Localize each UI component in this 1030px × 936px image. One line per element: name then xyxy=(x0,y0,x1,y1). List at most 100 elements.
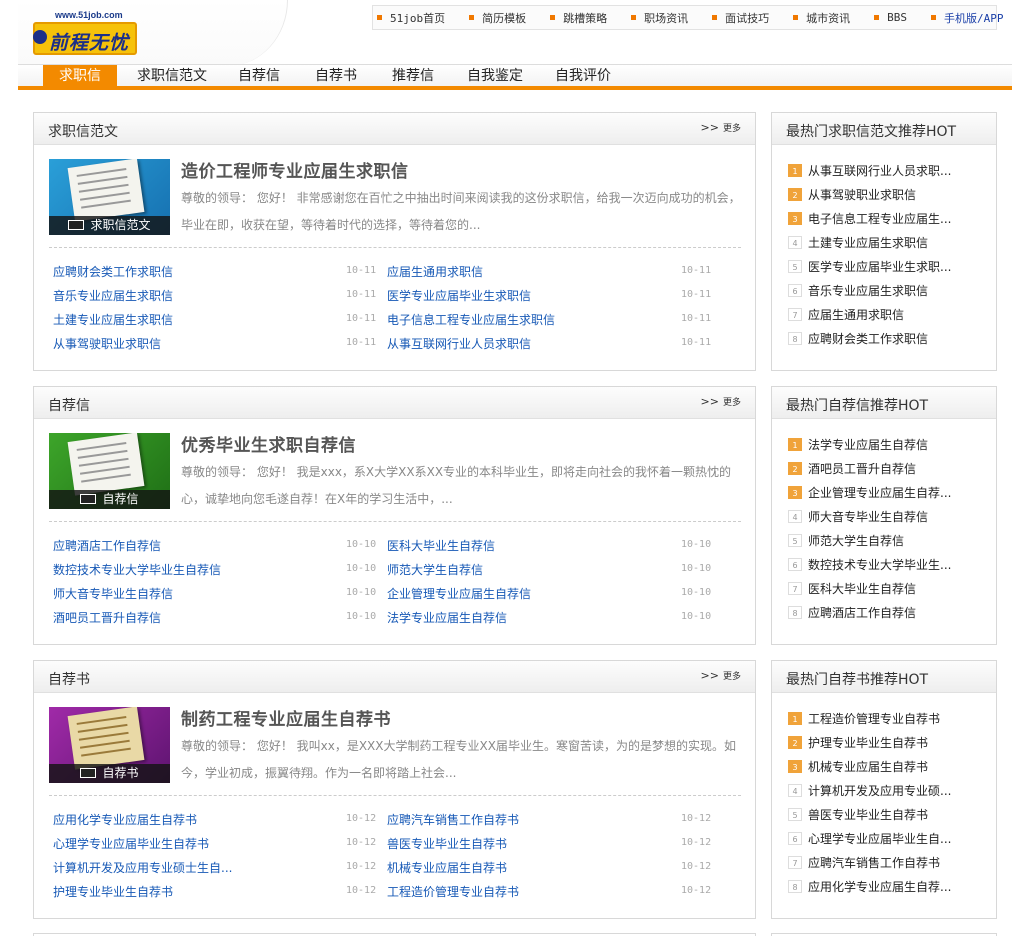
ranking-item[interactable]: 8 应聘财会类工作求职信 xyxy=(788,329,928,347)
article-link[interactable]: 法学专业应届生自荐信 xyxy=(387,609,507,626)
top-nav-item[interactable]: BBS xyxy=(874,11,907,24)
rank-badge: 8 xyxy=(788,331,802,345)
main-nav-tab[interactable]: 求职信 xyxy=(43,65,117,87)
article-date: 10-11 xyxy=(681,313,712,324)
ranking-item[interactable]: 2 护理专业毕业生自荐书 xyxy=(788,733,928,751)
ranking-item[interactable]: 7 应聘汽车销售工作自荐书 xyxy=(788,853,940,871)
sidebar-panel: 最热门自荐书推荐HOT 1 工程造价管理专业自荐书 2 护理专业毕业生自荐书 3 机械专业应… xyxy=(771,660,997,919)
article-link[interactable]: 心理学专业应届毕业生自荐书 xyxy=(53,835,209,852)
article-link[interactable]: 工程造价管理专业自荐书 xyxy=(387,883,519,900)
more-link[interactable]: >> 更多 xyxy=(701,669,741,682)
rank-badge: 1 xyxy=(788,711,802,725)
main-nav-tab[interactable]: 推荐信 xyxy=(377,65,449,87)
ranking-item-label: 法学专业应届生自荐信 xyxy=(808,437,929,452)
top-nav-item[interactable]: 简历模板 xyxy=(469,10,526,26)
ranking-item[interactable]: 7 医科大毕业生自荐信 xyxy=(788,579,916,597)
article-link[interactable]: 企业管理专业应届生自荐信 xyxy=(387,585,531,602)
logo-mark-icon xyxy=(33,30,47,44)
rank-badge: 8 xyxy=(788,879,802,893)
main-nav-tab[interactable]: 自荐书 xyxy=(300,65,372,87)
top-nav-label: 面试技巧 xyxy=(725,11,770,25)
ranking-item[interactable]: 6 音乐专业应届生求职信 xyxy=(788,281,928,299)
article-link[interactable]: 师范大学生自荐信 xyxy=(387,561,483,578)
ranking-item[interactable]: 6 数控技术专业大学毕业生... xyxy=(788,555,951,573)
main-nav-tab[interactable]: 自荐信 xyxy=(223,65,295,87)
more-link[interactable]: >> 更多 xyxy=(701,121,741,134)
featured-title[interactable]: 造价工程师专业应届生求职信 xyxy=(181,157,409,182)
article-link[interactable]: 电子信息工程专业应届生求职信 xyxy=(387,311,555,328)
ranking-item[interactable]: 3 机械专业应届生自荐书 xyxy=(788,757,928,775)
ranking-item[interactable]: 4 师大音专毕业生自荐信 xyxy=(788,507,928,525)
ranking-item[interactable]: 1 从事互联网行业人员求职... xyxy=(788,161,951,179)
top-nav-item[interactable]: 跳槽策略 xyxy=(550,10,607,26)
thumbnail-caption: 求职信范文 xyxy=(49,216,170,235)
section-title: 自荐书 xyxy=(48,672,90,688)
article-link[interactable]: 计算机开发及应用专业硕士生自... xyxy=(53,859,232,876)
article-link[interactable]: 数控技术专业大学毕业生自荐信 xyxy=(53,561,221,578)
article-link[interactable]: 从事驾驶职业求职信 xyxy=(53,335,161,352)
rank-badge: 5 xyxy=(788,807,802,821)
top-nav-item[interactable]: 城市资讯 xyxy=(793,10,850,26)
ranking-item[interactable]: 6 心理学专业应届毕业生自... xyxy=(788,829,951,847)
article-link[interactable]: 从事互联网行业人员求职信 xyxy=(387,335,531,352)
ranking-item[interactable]: 3 企业管理专业应届生自荐... xyxy=(788,483,951,501)
ranking-item[interactable]: 5 师范大学生自荐信 xyxy=(788,531,904,549)
rank-badge: 4 xyxy=(788,783,802,797)
article-link[interactable]: 师大音专毕业生自荐信 xyxy=(53,585,173,602)
article-link[interactable]: 土建专业应届生求职信 xyxy=(53,311,173,328)
featured-title[interactable]: 制药工程专业应届生自荐书 xyxy=(181,705,391,730)
double-chevron-icon: >> xyxy=(700,395,719,408)
ranking-item[interactable]: 4 计算机开发及应用专业硕... xyxy=(788,781,951,799)
rank-badge: 3 xyxy=(788,485,802,499)
rank-badge: 6 xyxy=(788,831,802,845)
featured-thumbnail[interactable]: 自荐信 xyxy=(49,433,170,509)
article-link[interactable]: 应聘财会类工作求职信 xyxy=(53,263,173,280)
featured-thumbnail[interactable]: 自荐书 xyxy=(49,707,170,783)
ranking-item[interactable]: 2 从事驾驶职业求职信 xyxy=(788,185,916,203)
article-link[interactable]: 音乐专业应届生求职信 xyxy=(53,287,173,304)
article-link[interactable]: 应聘汽车销售工作自荐书 xyxy=(387,811,519,828)
featured-title[interactable]: 优秀毕业生求职自荐信 xyxy=(181,431,356,456)
article-date: 10-11 xyxy=(346,337,377,348)
ranking-item[interactable]: 7 应届生通用求职信 xyxy=(788,305,904,323)
article-link[interactable]: 护理专业毕业生自荐书 xyxy=(53,883,173,900)
section-panel: 自荐书 >> 更多 自荐书 制药工程专业应届生自荐书 尊敬的领导： 您好！ 我叫xx，是X… xyxy=(33,660,756,919)
ranking-item[interactable]: 8 应聘酒店工作自荐信 xyxy=(788,603,916,621)
article-link[interactable]: 医学专业应届毕业生求职信 xyxy=(387,287,531,304)
article-link[interactable]: 应聘酒店工作自荐信 xyxy=(53,537,161,554)
rank-badge: 2 xyxy=(788,461,802,475)
article-link[interactable]: 机械专业应届生自荐书 xyxy=(387,859,507,876)
ranking-item[interactable]: 4 土建专业应届生求职信 xyxy=(788,233,928,251)
article-date: 10-10 xyxy=(346,587,377,598)
ranking-item[interactable]: 1 法学专业应届生自荐信 xyxy=(788,435,928,453)
article-link[interactable]: 兽医专业毕业生自荐书 xyxy=(387,835,507,852)
ranking-item[interactable]: 3 电子信息工程专业应届生... xyxy=(788,209,951,227)
ranking-item[interactable]: 8 应用化学专业应届生自荐... xyxy=(788,877,951,895)
article-date: 10-12 xyxy=(681,837,712,848)
ranking-item[interactable]: 1 工程造价管理专业自荐书 xyxy=(788,709,940,727)
top-nav-item[interactable]: 51job首页 xyxy=(377,10,445,26)
logo-url: www.51job.com xyxy=(55,10,123,20)
featured-thumbnail[interactable]: 求职信范文 xyxy=(49,159,170,235)
ranking-item[interactable]: 5 兽医专业毕业生自荐书 xyxy=(788,805,928,823)
top-nav-item[interactable]: 手机版/APP xyxy=(931,10,1004,26)
ranking-item-label: 电子信息工程专业应届生... xyxy=(808,211,952,226)
sidebar-panel: 最热门自荐信推荐HOT 1 法学专业应届生自荐信 2 酒吧员工晋升自荐信 3 企业管理专业应… xyxy=(771,386,997,645)
article-link[interactable]: 应届生通用求职信 xyxy=(387,263,483,280)
article-link[interactable]: 医科大毕业生自荐信 xyxy=(387,537,495,554)
main-nav-tab[interactable]: 求职信范文 xyxy=(126,65,218,87)
thumbnail-caption-text: 自荐信 xyxy=(102,492,139,506)
main-nav-tab[interactable]: 自我评价 xyxy=(542,65,624,87)
ranking-item[interactable]: 5 医学专业应届毕业生求职... xyxy=(788,257,951,275)
article-link[interactable]: 酒吧员工晋升自荐信 xyxy=(53,609,161,626)
more-link[interactable]: >> 更多 xyxy=(701,395,741,408)
site-logo[interactable]: www.51job.com 前程无忧 xyxy=(33,10,138,56)
dashed-divider xyxy=(49,795,741,796)
main-nav-tab[interactable]: 自我鉴定 xyxy=(454,65,536,87)
article-date: 10-10 xyxy=(681,587,712,598)
article-link[interactable]: 应用化学专业应届生自荐书 xyxy=(53,811,197,828)
top-nav-item[interactable]: 职场资讯 xyxy=(631,10,688,26)
article-date: 10-11 xyxy=(681,337,712,348)
ranking-item[interactable]: 2 酒吧员工晋升自荐信 xyxy=(788,459,916,477)
top-nav-item[interactable]: 面试技巧 xyxy=(712,10,769,26)
